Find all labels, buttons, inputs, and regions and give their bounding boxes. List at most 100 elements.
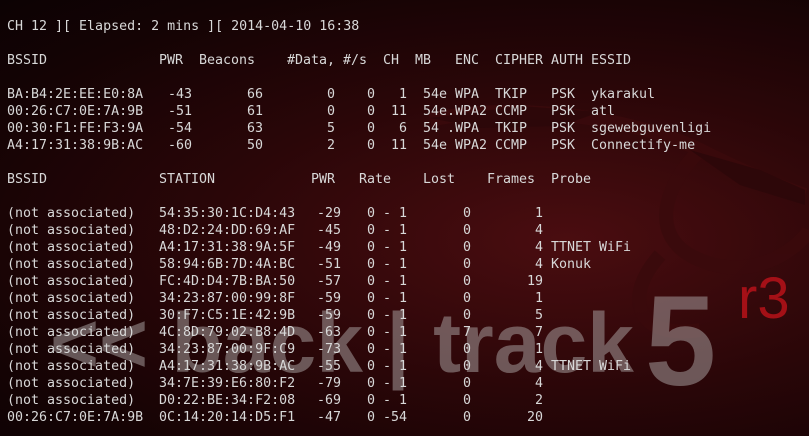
station-cell: 30:F7:C5:1E:42:9B [159,308,296,323]
lost-cell: 0 [462,342,471,357]
station-cell: 34:23:87:00:99:8F [159,291,296,306]
station-cell: FC:4D:D4:7B:BA:50 [159,274,296,289]
probe-cell: TTNET WiFi [551,359,632,374]
bssid-cell: (not associated) [7,325,136,340]
station-cell: 34:23:87:00:9F:C9 [159,342,296,357]
auth-cell: PSK [551,104,576,119]
mb-cell: 54e. [423,104,456,119]
rate-cell: 0 - 1 [367,291,408,306]
pwr-cell: -54 [167,121,192,136]
pwr-cell: -51 [316,257,341,272]
mb-cell: 54e [423,87,448,102]
station-row: (not associated) 48:D2:24:DD:69:AF -45 0 - … [7,222,807,239]
pwr-cell: -29 [316,206,341,221]
lost-cell: 0 [462,308,471,323]
bssid-cell: (not associated) [7,291,136,306]
data-cell: 0 [326,104,335,119]
probe-cell: TTNET WiFi [551,240,632,255]
station-row: (not associated) A4:17:31:38:9A:5F -49 0 - … [7,239,807,256]
frames-cell: 4 [534,240,543,255]
bssid-cell: A4:17:31:38:9B:AC [7,138,144,153]
probe-cell: Konuk [551,257,592,272]
station-cell: D0:22:BE:34:F2:08 [159,393,296,408]
ap-col-ch: CH [383,53,400,68]
bssid-cell: (not associated) [7,393,136,408]
station-row: (not associated) 30:F7:C5:1E:42:9B -59 0 - … [7,307,807,324]
lost-cell: 0 [462,223,471,238]
frames-cell: 19 [526,274,543,289]
ap-col-pwr: PWR [159,53,184,68]
rate-cell: 0 - 1 [367,359,408,374]
pwr-cell: -73 [316,342,341,357]
pwr-cell: -59 [316,308,341,323]
pwr-cell: -43 [167,87,192,102]
data-cell: 5 [326,121,335,136]
bssid-cell: (not associated) [7,257,136,272]
station-cell: 4C:8D:79:02:B8:4D [159,325,296,340]
pwr-cell: -57 [316,274,341,289]
station-row: (not associated) A4:17:31:38:9B:AC -55 0 - … [7,358,807,375]
bssid-cell: BA:B4:2E:EE:E0:8A [7,87,144,102]
channel-cell: 6 [398,121,407,136]
frames-cell: 4 [534,223,543,238]
channel-cell: 11 [390,104,407,119]
ap-row: 00:30:F1:FE:F3:9A -54 63 5 0 6 54 . WPA TKIP PSK s… [7,120,807,137]
rate-cell: 0 [366,121,375,136]
frames-cell: 1 [534,206,543,221]
ap-col-data: #Data, [287,53,336,68]
essid-cell: atl [591,104,616,119]
mb-cell: 54e [423,138,448,153]
data-cell: 0 [326,87,335,102]
channel-cell: 11 [390,138,407,153]
ap-col-bssid: BSSID [7,53,48,68]
bssid-cell: (not associated) [7,376,136,391]
essid-cell: ykarakul [591,87,656,102]
sta-col-lost: Lost [423,172,456,187]
rate-cell: 0 - 1 [367,376,408,391]
bssid-cell: (not associated) [7,206,136,221]
station-row: (not associated) 34:7E:39:E6:80:F2 -79 0 - … [7,375,807,392]
station-cell: 58:94:6B:7D:4A:BC [159,257,296,272]
sta-col-bssid: BSSID [7,172,48,187]
pwr-cell: -55 [316,359,341,374]
rate-cell: 0 - 1 [367,325,408,340]
station-table-header: BSSID STATION PWR Rate Lost Frames Probe [7,171,807,188]
enc-cell: WPA [455,87,480,102]
pwr-cell: -59 [316,291,341,306]
rate-cell: 0 - 1 [367,257,408,272]
beacons-cell: 66 [246,87,263,102]
station-row: 00:26:C7:0E:7A:9B 0C:14:20:14:D5:F1 -47 0 -… [7,409,807,426]
rate-cell: 0 [366,104,375,119]
ap-row: 00:26:C7:0E:7A:9B -51 61 0 0 11 54e. WPA2 CCMP PS… [7,103,807,120]
bssid-cell: (not associated) [7,342,136,357]
pwr-cell: -60 [167,138,192,153]
bssid-cell: 00:30:F1:FE:F3:9A [7,121,144,136]
frames-cell: 4 [534,376,543,391]
cipher-cell: TKIP [495,87,528,102]
rate-cell: 0 - 1 [367,393,408,408]
station-cell: 34:7E:39:E6:80:F2 [159,376,296,391]
station-row: (not associated) FC:4D:D4:7B:BA:50 -57 0 - … [7,273,807,290]
frames-cell: 7 [534,325,543,340]
sta-col-station: STATION [159,172,216,187]
rate-cell: 0 -54 [367,410,408,425]
station-cell: 48:D2:24:DD:69:AF [159,223,296,238]
pwr-cell: -51 [167,104,192,119]
rate-cell: 0 - 1 [367,342,408,357]
enc-cell: WPA2 [455,138,488,153]
sta-col-rate: Rate [359,172,392,187]
ap-col-rate: #/s [343,53,368,68]
channel-cell: 1 [398,87,407,102]
lost-cell: 0 [462,274,471,289]
station-cell: 54:35:30:1C:D4:43 [159,206,296,221]
auth-cell: PSK [551,121,576,136]
auth-cell: PSK [551,87,576,102]
frames-cell: 1 [534,291,543,306]
lost-cell: 0 [462,376,471,391]
ap-col-enc: ENC [455,53,480,68]
frames-cell: 4 [534,257,543,272]
rate-cell: 0 [366,138,375,153]
station-row: (not associated) 34:23:87:00:99:8F -59 0 - … [7,290,807,307]
ap-row: A4:17:31:38:9B:AC -60 50 2 0 11 54e WPA2 CCMP PSK… [7,137,807,154]
essid-cell: sgewebguvenligi [591,121,712,136]
